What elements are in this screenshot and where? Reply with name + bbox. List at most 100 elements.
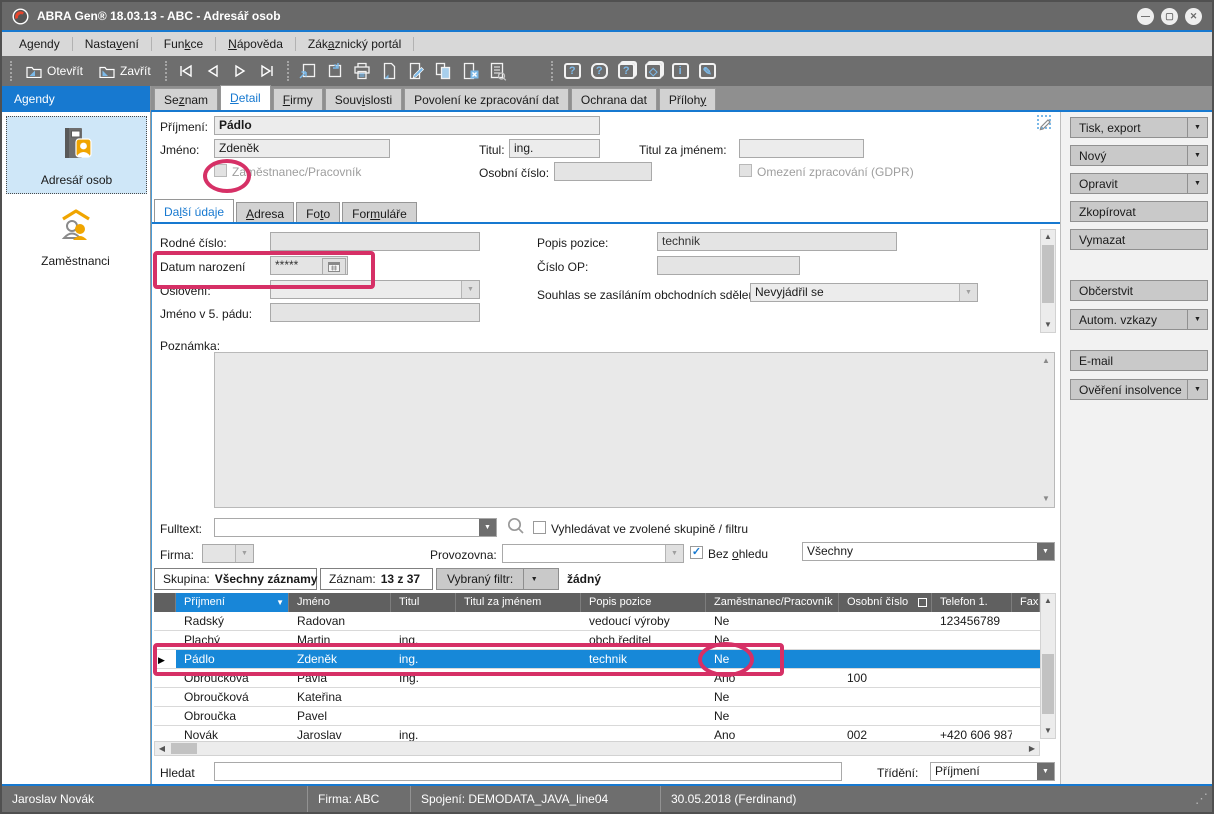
help-icon[interactable]: ?: [559, 59, 586, 83]
scrollbar-thumb[interactable]: [171, 743, 197, 754]
column-header-titul-za[interactable]: Titul za jménem: [456, 593, 581, 612]
firma-combo[interactable]: [202, 544, 254, 563]
scroll-up-icon[interactable]: ▲: [1041, 230, 1055, 244]
scroll-up-icon[interactable]: ▲: [1038, 354, 1054, 368]
osloveni-combo[interactable]: [270, 280, 480, 299]
titul-field[interactable]: ing.: [509, 139, 600, 158]
related-docs-icon[interactable]: ◇: [640, 59, 667, 83]
copy-record-icon[interactable]: [430, 59, 457, 83]
popis-pozice-field[interactable]: technik: [657, 232, 897, 251]
menu-nastaveni[interactable]: Nastavení: [74, 32, 150, 56]
chevron-down-icon[interactable]: [959, 284, 977, 301]
table-vertical-scrollbar[interactable]: ▲ ▼: [1040, 593, 1056, 739]
prijmeni-field[interactable]: Pádlo: [214, 116, 600, 135]
tab-firmy[interactable]: Firmy: [273, 88, 323, 110]
scroll-down-icon[interactable]: ▼: [1041, 724, 1055, 738]
email-button[interactable]: E-mail: [1070, 350, 1208, 371]
chevron-down-icon[interactable]: [461, 281, 479, 298]
poznamka-scrollbar[interactable]: ▲ ▼: [1038, 354, 1054, 506]
jmeno-5-pad-field[interactable]: [270, 303, 480, 322]
tisk-export-button[interactable]: Tisk, export: [1070, 117, 1208, 138]
chevron-down-icon[interactable]: [1187, 310, 1207, 329]
hledat-input[interactable]: [214, 762, 842, 781]
column-header-jmeno[interactable]: Jméno: [289, 593, 391, 612]
menu-funkce[interactable]: Funkce: [153, 32, 214, 56]
menu-napoveda[interactable]: Nápověda: [217, 32, 294, 56]
chevron-down-icon[interactable]: [1187, 174, 1207, 193]
scroll-right-icon[interactable]: ▶: [1025, 742, 1039, 755]
last-record-button[interactable]: [254, 59, 281, 83]
context-help-icon[interactable]: ?: [586, 59, 613, 83]
table-horizontal-scrollbar[interactable]: ◀ ▶: [154, 741, 1040, 756]
sidebar-item-zamestnanci[interactable]: Zaměstnanci: [6, 198, 145, 274]
titul-za-jmenem-field[interactable]: [739, 139, 864, 158]
rodne-cislo-field[interactable]: [270, 232, 480, 251]
novy-button[interactable]: Nový: [1070, 145, 1208, 166]
close-agenda-button[interactable]: Zavřít: [91, 61, 159, 81]
menu-agendy[interactable]: Agendy: [8, 32, 71, 56]
help-topics-icon[interactable]: ?: [613, 59, 640, 83]
scrollbar-thumb[interactable]: [1042, 654, 1054, 714]
tab-souvislosti[interactable]: Souvislosti: [325, 88, 402, 110]
column-header-prijmeni[interactable]: Příjmení▼: [176, 593, 289, 612]
subtab-foto[interactable]: Foto: [296, 202, 340, 224]
vsechny-combo[interactable]: Všechny: [802, 542, 1055, 561]
menu-zakaznicky-portal[interactable]: Zákaznický portál: [297, 32, 412, 56]
chevron-down-icon[interactable]: [1187, 118, 1207, 137]
scroll-down-icon[interactable]: ▼: [1041, 318, 1055, 332]
print-icon[interactable]: [349, 59, 376, 83]
opravit-button[interactable]: Opravit: [1070, 173, 1208, 194]
chevron-down-icon[interactable]: [1187, 146, 1207, 165]
table-row[interactable]: PlachýMartining.obch.ředitelNe: [154, 631, 1040, 650]
records-list-icon[interactable]: [484, 59, 511, 83]
tab-seznam[interactable]: Seznam: [154, 88, 218, 110]
feedback-icon[interactable]: ✎: [694, 59, 721, 83]
gdpr-checkbox[interactable]: [739, 164, 752, 177]
subtab-adresa[interactable]: Adresa: [236, 202, 294, 224]
resize-grip-icon[interactable]: ⋰: [1195, 791, 1212, 807]
calendar-button[interactable]: [322, 258, 346, 275]
vybrany-filtr-button[interactable]: Vybraný filtr:: [436, 568, 559, 590]
obcerstvit-button[interactable]: Občerstvit: [1070, 280, 1208, 301]
switch-window-icon[interactable]: [322, 59, 349, 83]
group-filter-checkbox[interactable]: [533, 521, 546, 534]
tab-detail[interactable]: Detail: [220, 85, 271, 110]
subtab-dalsi-udaje[interactable]: Další údaje: [154, 199, 234, 224]
provozovna-combo[interactable]: [502, 544, 684, 563]
column-header-fax[interactable]: Fax: [1012, 593, 1040, 612]
chevron-down-icon[interactable]: [1187, 380, 1207, 399]
table-row[interactable]: ObroučkováKateřinaNe: [154, 688, 1040, 707]
scroll-up-icon[interactable]: ▲: [1041, 594, 1055, 608]
new-record-icon[interactable]: [376, 59, 403, 83]
tab-povoleni[interactable]: Povolení ke zpracování dat: [404, 88, 569, 110]
maximize-button[interactable]: ▢: [1161, 8, 1178, 25]
column-header-telefon[interactable]: Telefon 1.: [932, 593, 1012, 612]
bez-ohledu-checkbox[interactable]: ✓: [690, 546, 703, 559]
next-record-button[interactable]: [227, 59, 254, 83]
edit-record-icon[interactable]: [403, 59, 430, 83]
fulltext-combo[interactable]: [214, 518, 497, 537]
scroll-left-icon[interactable]: ◀: [155, 742, 169, 755]
first-record-button[interactable]: [173, 59, 200, 83]
zamestnanec-checkbox[interactable]: [214, 164, 227, 177]
delete-record-icon[interactable]: [457, 59, 484, 83]
edit-layout-icon[interactable]: [1036, 114, 1055, 136]
scroll-down-icon[interactable]: ▼: [1038, 492, 1054, 506]
add-window-icon[interactable]: [295, 59, 322, 83]
trideni-combo[interactable]: Příjmení: [930, 762, 1055, 781]
overeni-insolvence-button[interactable]: Ověření insolvence: [1070, 379, 1208, 400]
souhlas-combo[interactable]: Nevyjádřil se: [750, 283, 978, 302]
scrollbar-thumb[interactable]: [1042, 245, 1054, 303]
column-header-zamestnanec[interactable]: Zaměstnanec/Pracovník: [706, 593, 839, 612]
column-options-icon[interactable]: [918, 598, 927, 607]
table-row[interactable]: ObroučkaPavelNe: [154, 707, 1040, 726]
zkopirovat-button[interactable]: Zkopírovat: [1070, 201, 1208, 222]
chevron-down-icon[interactable]: [479, 519, 496, 536]
table-row[interactable]: RadskýRadovanvedoucí výrobyNe123456789: [154, 612, 1040, 631]
chevron-down-icon[interactable]: [1037, 543, 1054, 560]
chevron-down-icon[interactable]: [1037, 763, 1054, 780]
open-agenda-button[interactable]: Otevřít: [18, 61, 91, 81]
cislo-op-field[interactable]: [657, 256, 800, 275]
subtab-formulare[interactable]: Formuláře: [342, 202, 417, 224]
search-icon[interactable]: [506, 516, 526, 539]
